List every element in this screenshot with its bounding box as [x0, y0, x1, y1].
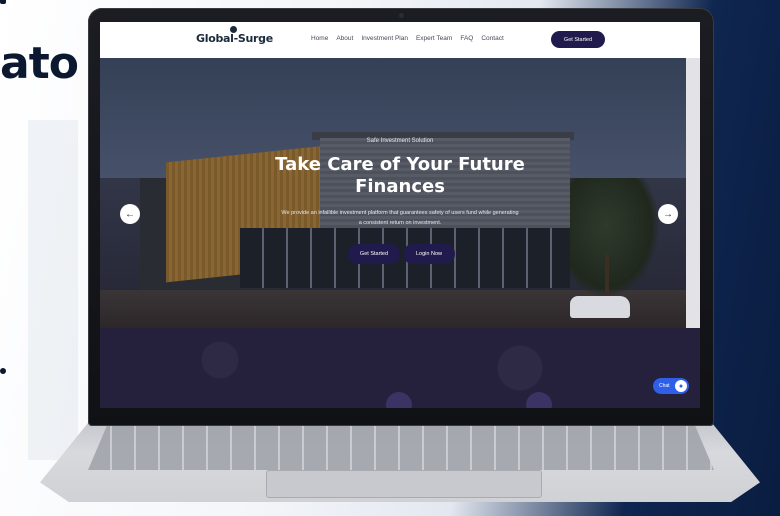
chat-widget-button[interactable]: Chat ● — [653, 378, 689, 394]
tree — [570, 178, 660, 298]
hero-eyebrow: Safe Investment Solution — [366, 138, 434, 144]
nav-link-about[interactable]: About — [336, 35, 353, 42]
nav-get-started-button[interactable]: Get Started — [551, 31, 605, 48]
hero-headline: Take Care of Your Future Finances — [275, 154, 525, 197]
parked-car — [570, 296, 630, 318]
chat-label: Chat — [659, 383, 670, 389]
chat-bubble-icon: ● — [675, 380, 687, 392]
nav-link-contact[interactable]: Contact — [481, 35, 503, 42]
background-panel — [28, 120, 78, 460]
hero-get-started-button[interactable]: Get Started — [348, 244, 400, 264]
feature-icon-circle — [386, 392, 412, 408]
carousel-next-arrow-icon[interactable]: → — [658, 204, 678, 224]
page-scrollbar[interactable] — [686, 58, 700, 328]
hero-banner: Safe Investment Solution Take Care of Yo… — [100, 58, 700, 328]
carousel-prev-arrow-icon[interactable]: ← — [120, 204, 140, 224]
nav-link-home[interactable]: Home — [311, 35, 328, 42]
slide-fragment-bullet — [0, 368, 6, 374]
logo-mark-icon — [230, 26, 237, 33]
laptop-lid: Global-Surge Home About Investment Plan … — [88, 8, 714, 426]
hero-subtext: We provide an infallible investment plat… — [281, 210, 519, 226]
hero-login-button[interactable]: Login Now — [403, 244, 455, 264]
slide-fragment-text: ato — [0, 38, 79, 89]
nav-link-faq[interactable]: FAQ — [460, 35, 473, 42]
slide-fragment-mark — [0, 0, 6, 4]
lower-section — [100, 328, 700, 408]
laptop-keyboard — [88, 426, 714, 470]
nav-link-investment-plan[interactable]: Investment Plan — [361, 35, 408, 42]
site-logo[interactable]: Global-Surge — [196, 26, 273, 45]
logo-text: Global-Surge — [196, 32, 273, 45]
webcam — [399, 13, 404, 18]
nav-link-expert-team[interactable]: Expert Team — [416, 35, 452, 42]
nav-links: Home About Investment Plan Expert Team F… — [311, 35, 504, 42]
laptop-touchpad — [266, 470, 542, 498]
laptop-screen: Global-Surge Home About Investment Plan … — [100, 22, 700, 408]
site-navbar: Global-Surge Home About Investment Plan … — [100, 22, 700, 58]
feature-icon-circle — [526, 392, 552, 408]
